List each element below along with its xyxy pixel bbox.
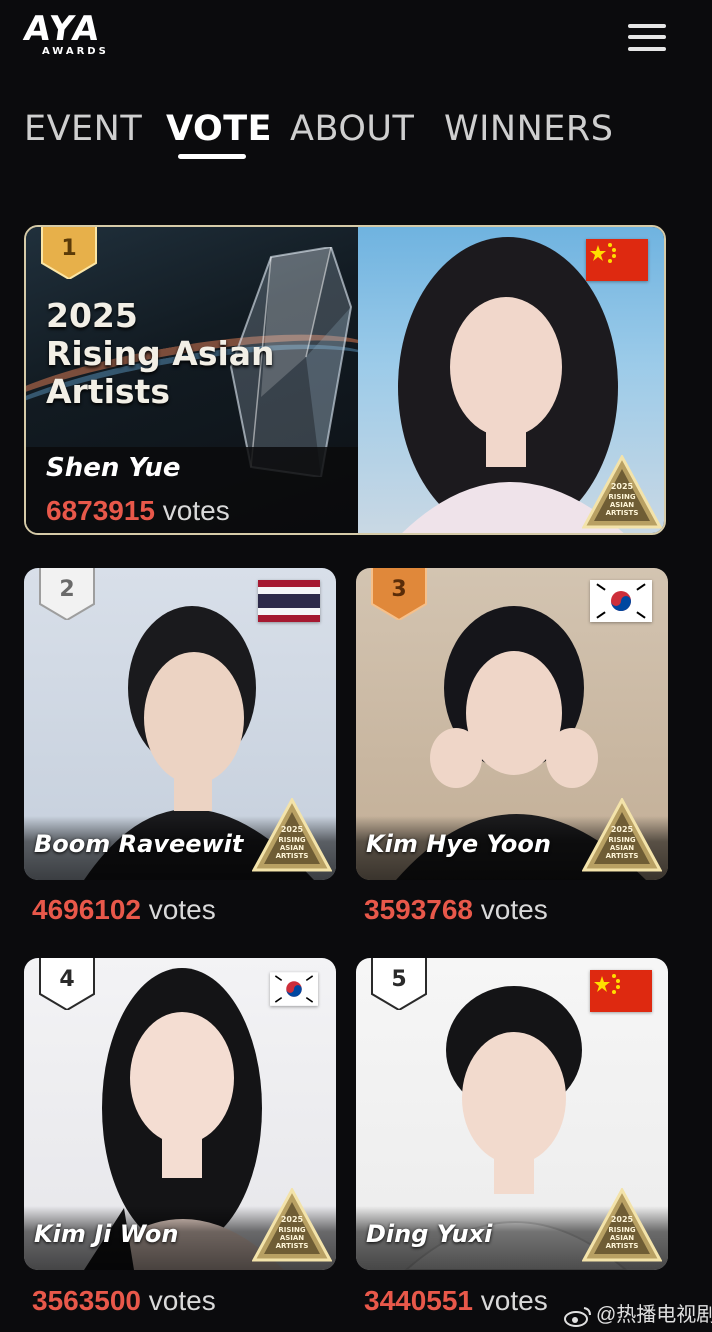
candidate-name: Ding Yuxi <box>366 1220 493 1248</box>
vote-label: votes <box>480 1285 548 1316</box>
tab-vote[interactable]: VOTE <box>166 108 272 150</box>
svg-text:ASIAN: ASIAN <box>610 1234 634 1242</box>
banner-line-2: Rising Asian <box>46 334 275 373</box>
rank-badge-silver-icon: 2 <box>39 568 95 620</box>
vote-count: 4696102 votes <box>32 894 216 926</box>
svg-text:2025: 2025 <box>611 482 634 491</box>
svg-text:1: 1 <box>61 236 76 261</box>
candidate-name: Boom Raveewit <box>34 830 244 858</box>
candidate-name: Kim Ji Won <box>34 1220 179 1248</box>
svg-text:ARTISTS: ARTISTS <box>606 1242 639 1250</box>
rising-asian-artists-award-badge-icon: 2025 RISING ASIAN ARTISTS <box>252 1188 332 1262</box>
candidate-card-rank-2[interactable]: 2 Boom Raveewit 2025 RISING ASIAN ARTIST… <box>24 568 336 880</box>
svg-text:RISING: RISING <box>278 1226 305 1234</box>
tab-winners[interactable]: WINNERS <box>444 108 613 150</box>
svg-text:2025: 2025 <box>611 825 634 834</box>
vote-count: 3593768 votes <box>364 894 548 926</box>
weibo-icon <box>564 1306 591 1327</box>
svg-text:5: 5 <box>391 967 406 992</box>
vote-number: 3593768 <box>364 894 474 925</box>
candidate-card-rank-3[interactable]: 3 Kim Hye Yoon 2025 RISING ASIAN ARTISTS <box>356 568 668 880</box>
vote-count: 3440551 votes <box>364 1285 548 1317</box>
rising-asian-artists-award-badge-icon: 2025 RISING ASIAN ARTISTS <box>252 798 332 872</box>
svg-text:ARTISTS: ARTISTS <box>606 509 639 517</box>
watermark-text: @热播电视剧 <box>596 1304 712 1326</box>
south-korea-flag-icon <box>590 580 652 622</box>
vote-number: 4696102 <box>32 894 142 925</box>
svg-text:ASIAN: ASIAN <box>610 844 634 852</box>
vote-count: 3563500 votes <box>32 1285 216 1317</box>
svg-text:ARTISTS: ARTISTS <box>276 1242 309 1250</box>
south-korea-flag-icon <box>270 972 318 1006</box>
vote-number: 3563500 <box>32 1285 142 1316</box>
rising-asian-artists-award-badge-icon: 2025 RISING ASIAN ARTISTS <box>582 1188 662 1262</box>
svg-text:RISING: RISING <box>608 493 635 501</box>
svg-text:ARTISTS: ARTISTS <box>606 852 639 860</box>
rank-badge-gold-icon: 1 <box>41 227 97 279</box>
svg-text:2025: 2025 <box>611 1215 634 1224</box>
svg-text:ASIAN: ASIAN <box>280 1234 304 1242</box>
tab-event[interactable]: EVENT <box>24 108 142 150</box>
candidate-card-rank-5[interactable]: 5 Ding Yuxi 2025 RISING ASIAN ARTISTS <box>356 958 668 1270</box>
thailand-flag-icon <box>258 580 320 622</box>
svg-text:ASIAN: ASIAN <box>280 844 304 852</box>
vote-number: 6873915 <box>46 495 156 526</box>
vote-number: 3440551 <box>364 1285 474 1316</box>
svg-text:2025: 2025 <box>281 1215 304 1224</box>
candidate-card-rank-4[interactable]: 4 Kim Ji Won 2025 RISING ASIAN ARTISTS <box>24 958 336 1270</box>
svg-text:RISING: RISING <box>278 836 305 844</box>
vote-label: votes <box>162 495 230 526</box>
vote-label: votes <box>148 894 216 925</box>
rank-badge-bronze-icon: 3 <box>371 568 427 620</box>
rising-asian-artists-award-badge-icon: 2025 RISING ASIAN ARTISTS <box>582 798 662 872</box>
svg-text:3: 3 <box>391 577 406 602</box>
featured-candidate-name: Shen Yue <box>46 453 181 483</box>
logo-subtitle: AWARDS <box>42 46 109 57</box>
rank-badge-icon: 4 <box>39 958 95 1010</box>
banner-year: 2025 <box>46 296 138 335</box>
logo-wordmark: AYA <box>21 9 104 49</box>
svg-text:4: 4 <box>59 967 74 992</box>
svg-text:2: 2 <box>59 577 74 602</box>
svg-text:2025: 2025 <box>281 825 304 834</box>
active-tab-indicator <box>178 154 246 159</box>
aya-awards-logo[interactable]: AYA AWARDS <box>21 9 128 58</box>
candidate-name: Kim Hye Yoon <box>366 830 551 858</box>
svg-text:RISING: RISING <box>608 836 635 844</box>
svg-text:ARTISTS: ARTISTS <box>276 852 309 860</box>
tab-about[interactable]: ABOUT <box>290 108 414 150</box>
rising-asian-artists-award-badge-icon: 2025 RISING ASIAN ARTISTS <box>582 455 662 529</box>
hamburger-menu-icon[interactable] <box>626 20 668 54</box>
featured-vote-count: 6873915 votes <box>46 495 230 527</box>
featured-candidate-card[interactable]: 2025 Rising Asian Artists Shen Yue 68739… <box>24 225 666 535</box>
vote-label: votes <box>148 1285 216 1316</box>
featured-banner: 2025 Rising Asian Artists Shen Yue 68739… <box>26 227 358 533</box>
china-flag-icon <box>586 239 648 281</box>
weibo-watermark: @热播电视剧 <box>564 1298 712 1327</box>
china-flag-icon <box>590 970 652 1012</box>
featured-banner-title: 2025 Rising Asian Artists <box>46 297 275 411</box>
banner-line-3: Artists <box>46 372 170 411</box>
featured-candidate-photo: 2025 RISING ASIAN ARTISTS <box>358 227 664 533</box>
rank-badge-icon: 5 <box>371 958 427 1010</box>
vote-label: votes <box>480 894 548 925</box>
svg-text:ASIAN: ASIAN <box>610 501 634 509</box>
svg-text:RISING: RISING <box>608 1226 635 1234</box>
